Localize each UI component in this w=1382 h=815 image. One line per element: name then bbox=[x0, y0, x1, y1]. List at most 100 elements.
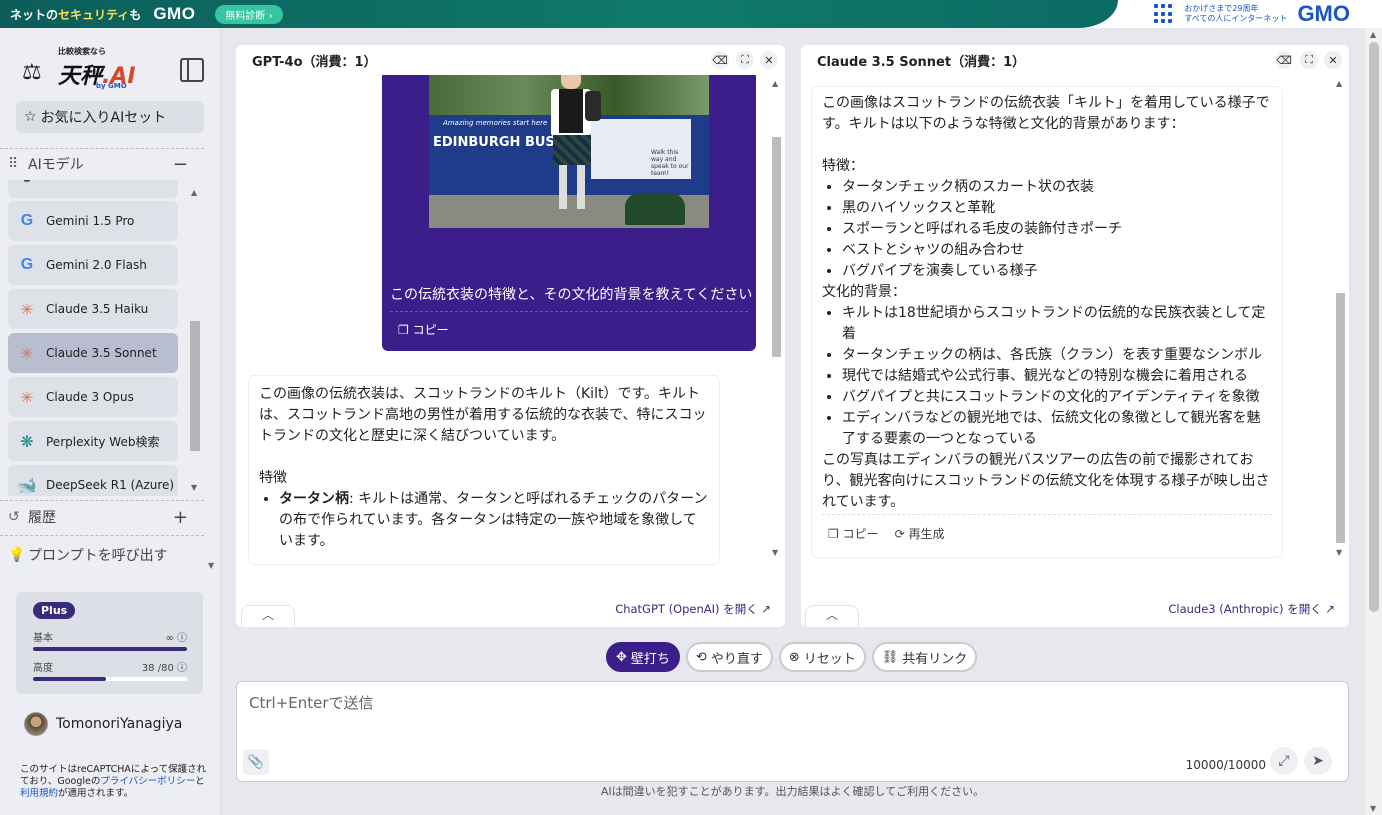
regenerate-button[interactable]: ⟳ 再生成 bbox=[895, 524, 945, 545]
ai-response-claude: この画像はスコットランドの伝統衣装「キルト」を着用している様子です。キルトは以下… bbox=[811, 86, 1283, 558]
model-list: ⚙ GGemini 1.5 Pro GGemini 2.0 Flash ✳Cla… bbox=[8, 180, 184, 496]
model-item-claude-3-5-sonnet[interactable]: ✳ Claude 3.5 Sonnet bbox=[8, 333, 178, 373]
external-link-icon: ↗ bbox=[761, 602, 771, 616]
perplexity-icon: ❋ bbox=[20, 431, 34, 451]
model-list-scrollbar[interactable]: ▲ ▼ bbox=[188, 188, 202, 492]
apps-grid-icon[interactable] bbox=[1154, 4, 1174, 24]
user-message: Amazing memories start here EDINBURGH BU… bbox=[382, 75, 756, 351]
kabeuchi-button[interactable]: ✥ 壁打ち bbox=[606, 642, 680, 672]
list-item: 現代では結婚式や公式行事、観光などの特別な機会に着用される bbox=[842, 366, 1272, 387]
reset-icon: ⊗ bbox=[788, 649, 800, 665]
link-icon: ⛓ bbox=[881, 649, 899, 665]
app-logo[interactable]: 比較検索なら ⚖ 天秤.AI by GMO bbox=[22, 46, 162, 94]
expand-icon[interactable]: ⛶ bbox=[736, 51, 754, 69]
deepseek-icon: 🐋 bbox=[17, 475, 37, 495]
open-chatgpt-link[interactable]: ChatGPT (OpenAI) を開く ↗ bbox=[615, 601, 771, 617]
advanced-usage: 高度 38 /80 ⓘ bbox=[33, 663, 187, 674]
list-item: タータンチェック柄のスカート状の衣装 bbox=[842, 177, 1272, 198]
sidebar: 比較検索なら ⚖ 天秤.AI by GMO ☆ お気に入りAIセット ⠿ AIモ… bbox=[0, 28, 221, 815]
model-item-claude-3-opus[interactable]: ✳ Claude 3 Opus bbox=[8, 377, 178, 417]
banner-brand: GMO bbox=[153, 4, 196, 23]
avatar bbox=[24, 712, 48, 736]
panel-scrollbar[interactable]: ▲ ▼ bbox=[1334, 79, 1346, 557]
basic-usage-bar bbox=[33, 647, 187, 651]
attached-photo[interactable]: Amazing memories start here EDINBURGH BU… bbox=[429, 75, 709, 228]
reset-button[interactable]: ⊗ リセット bbox=[778, 642, 866, 672]
diagnose-button[interactable]: 無料診断 › bbox=[215, 4, 283, 24]
share-link-button[interactable]: ⛓ 共有リンク bbox=[871, 642, 978, 672]
banner-ad[interactable]: ネットのセキュリティも GMO 無料診断 › bbox=[0, 0, 1118, 28]
eraser-icon[interactable]: ⌫ bbox=[1275, 51, 1293, 69]
history-icon: ↺ bbox=[8, 509, 20, 525]
google-icon: G bbox=[20, 212, 34, 229]
list-item: ベストとシャツの組み合わせ bbox=[842, 240, 1272, 261]
panel-scrollbar[interactable]: ▲ ▼ bbox=[770, 79, 782, 557]
privacy-policy-link[interactable]: プライバシーポリシー bbox=[100, 776, 195, 787]
user-profile[interactable]: TomonoriYanagiya bbox=[24, 712, 182, 736]
model-item-perplexity[interactable]: ❋ Perplexity Web検索 bbox=[8, 421, 178, 461]
culture-list: キルトは18世紀頃からスコットランドの伝統的な民族衣装として定着 タータンチェッ… bbox=[822, 303, 1272, 450]
copy-icon: ❐ bbox=[828, 527, 839, 541]
action-bar: ✥ 壁打ち ⟲ やり直す ⊗ リセット ⛓ 共有リンク bbox=[606, 642, 978, 672]
list-item: バグパイプと共にスコットランドの文化的アイデンティティを象徴 bbox=[842, 387, 1272, 408]
list-item: バグパイプを演奏している様子 bbox=[842, 261, 1272, 282]
char-counter: 10000/10000 bbox=[1185, 758, 1266, 772]
arrows-icon: ✥ bbox=[616, 649, 627, 665]
panel-title: Claude 3.5 Sonnet（消費：1） bbox=[817, 54, 1026, 70]
open-claude-link[interactable]: Claude3 (Anthropic) を開く ↗ bbox=[1168, 601, 1335, 617]
page-scrollbar[interactable]: ▲ ▼ bbox=[1366, 28, 1382, 815]
models-section-header[interactable]: ⠿ AIモデル − bbox=[8, 152, 204, 176]
info-icon: ⓘ bbox=[177, 633, 187, 644]
attach-paperclip-icon[interactable]: 📎 bbox=[243, 749, 269, 775]
copy-button[interactable]: ❐ コピー bbox=[828, 524, 879, 545]
message-input-box: 📎 10000/10000 ⤢ ➤ bbox=[236, 681, 1349, 782]
close-icon[interactable]: ✕ bbox=[760, 51, 778, 69]
sidebar-scroll-down-icon[interactable]: ▼ bbox=[208, 561, 214, 570]
collapse-chevron-up-icon[interactable]: ︿ bbox=[805, 605, 859, 627]
claude-icon: ✳ bbox=[20, 343, 34, 363]
redo-button[interactable]: ⟲ やり直す bbox=[685, 642, 773, 672]
model-item-gemini-2-0-flash[interactable]: G Gemini 2.0 Flash bbox=[8, 245, 178, 285]
close-icon[interactable]: ✕ bbox=[1324, 51, 1342, 69]
claude-icon: ✳ bbox=[20, 387, 34, 407]
gmo-logo[interactable]: GMO bbox=[1297, 1, 1350, 27]
refresh-icon: ⟳ bbox=[894, 527, 905, 541]
favorites-button[interactable]: ☆ お気に入りAIセット bbox=[16, 101, 204, 133]
star-icon: ☆ bbox=[24, 109, 37, 125]
model-item-claude-3-5-haiku[interactable]: ✳ Claude 3.5 Haiku bbox=[8, 289, 178, 329]
model-item-partial[interactable]: ⚙ bbox=[8, 180, 178, 198]
sidebar-toggle-icon[interactable] bbox=[180, 58, 204, 82]
collapse-icon[interactable]: − bbox=[173, 154, 188, 175]
lightbulb-icon: 💡 bbox=[8, 547, 26, 563]
panel-title: GPT-4o（消費：1） bbox=[252, 54, 377, 70]
expand-icon[interactable]: ⛶ bbox=[1300, 51, 1318, 69]
list-item: スポーランと呼ばれる毛皮の装飾付きポーチ bbox=[842, 219, 1272, 240]
chat-panel-gpt4o: GPT-4o（消費：1） ⌫ ⛶ ✕ Amazing memories star… bbox=[236, 45, 785, 627]
terms-link[interactable]: 利用規約 bbox=[20, 788, 58, 799]
top-banner: ネットのセキュリティも GMO 無料診断 › おかげさまで29周年 すべての人にイ… bbox=[0, 0, 1382, 28]
send-icon[interactable]: ➤ bbox=[1304, 747, 1332, 775]
copy-button[interactable]: ❐ コピー bbox=[398, 321, 449, 338]
model-item-deepseek[interactable]: 🐋 DeepSeek R1 (Azure) bbox=[8, 465, 178, 496]
list-item: タータンチェックの柄は、各氏族（クラン）を表す重要なシンボル bbox=[842, 345, 1272, 366]
external-link-icon: ↗ bbox=[1325, 602, 1335, 616]
answer-heading: 特徴 bbox=[259, 470, 287, 486]
message-input[interactable] bbox=[249, 692, 1249, 732]
divider bbox=[0, 148, 204, 149]
model-item-gemini-1-5-pro[interactable]: G Gemini 1.5 Pro bbox=[8, 201, 178, 241]
dots-grid-icon: ⠿ bbox=[8, 156, 19, 172]
features-list: タータンチェック柄のスカート状の衣装 黒のハイソックスと革靴 スポーランと呼ばれ… bbox=[822, 177, 1272, 282]
add-icon[interactable]: + bbox=[173, 507, 188, 528]
basic-usage: 基本 ∞ ⓘ bbox=[33, 633, 187, 644]
anniversary-text: おかげさまで29周年 すべての人にインターネット bbox=[1184, 4, 1288, 23]
expand-arrows-icon[interactable]: ⤢ bbox=[1270, 747, 1298, 775]
scale-icon: ⚖ bbox=[22, 60, 42, 85]
info-icon: ⓘ bbox=[177, 663, 187, 674]
history-section-header[interactable]: ↺ 履歴 + bbox=[8, 505, 204, 529]
eraser-icon[interactable]: ⌫ bbox=[711, 51, 729, 69]
collapse-chevron-up-icon[interactable]: ︿ bbox=[241, 605, 295, 627]
prompt-section-header[interactable]: 💡 プロンプトを呼び出す bbox=[8, 543, 204, 567]
copy-icon: ❐ bbox=[398, 323, 409, 337]
plan-card: Plus 基本 ∞ ⓘ 高度 38 /80 ⓘ bbox=[16, 592, 203, 694]
divider bbox=[0, 535, 204, 536]
